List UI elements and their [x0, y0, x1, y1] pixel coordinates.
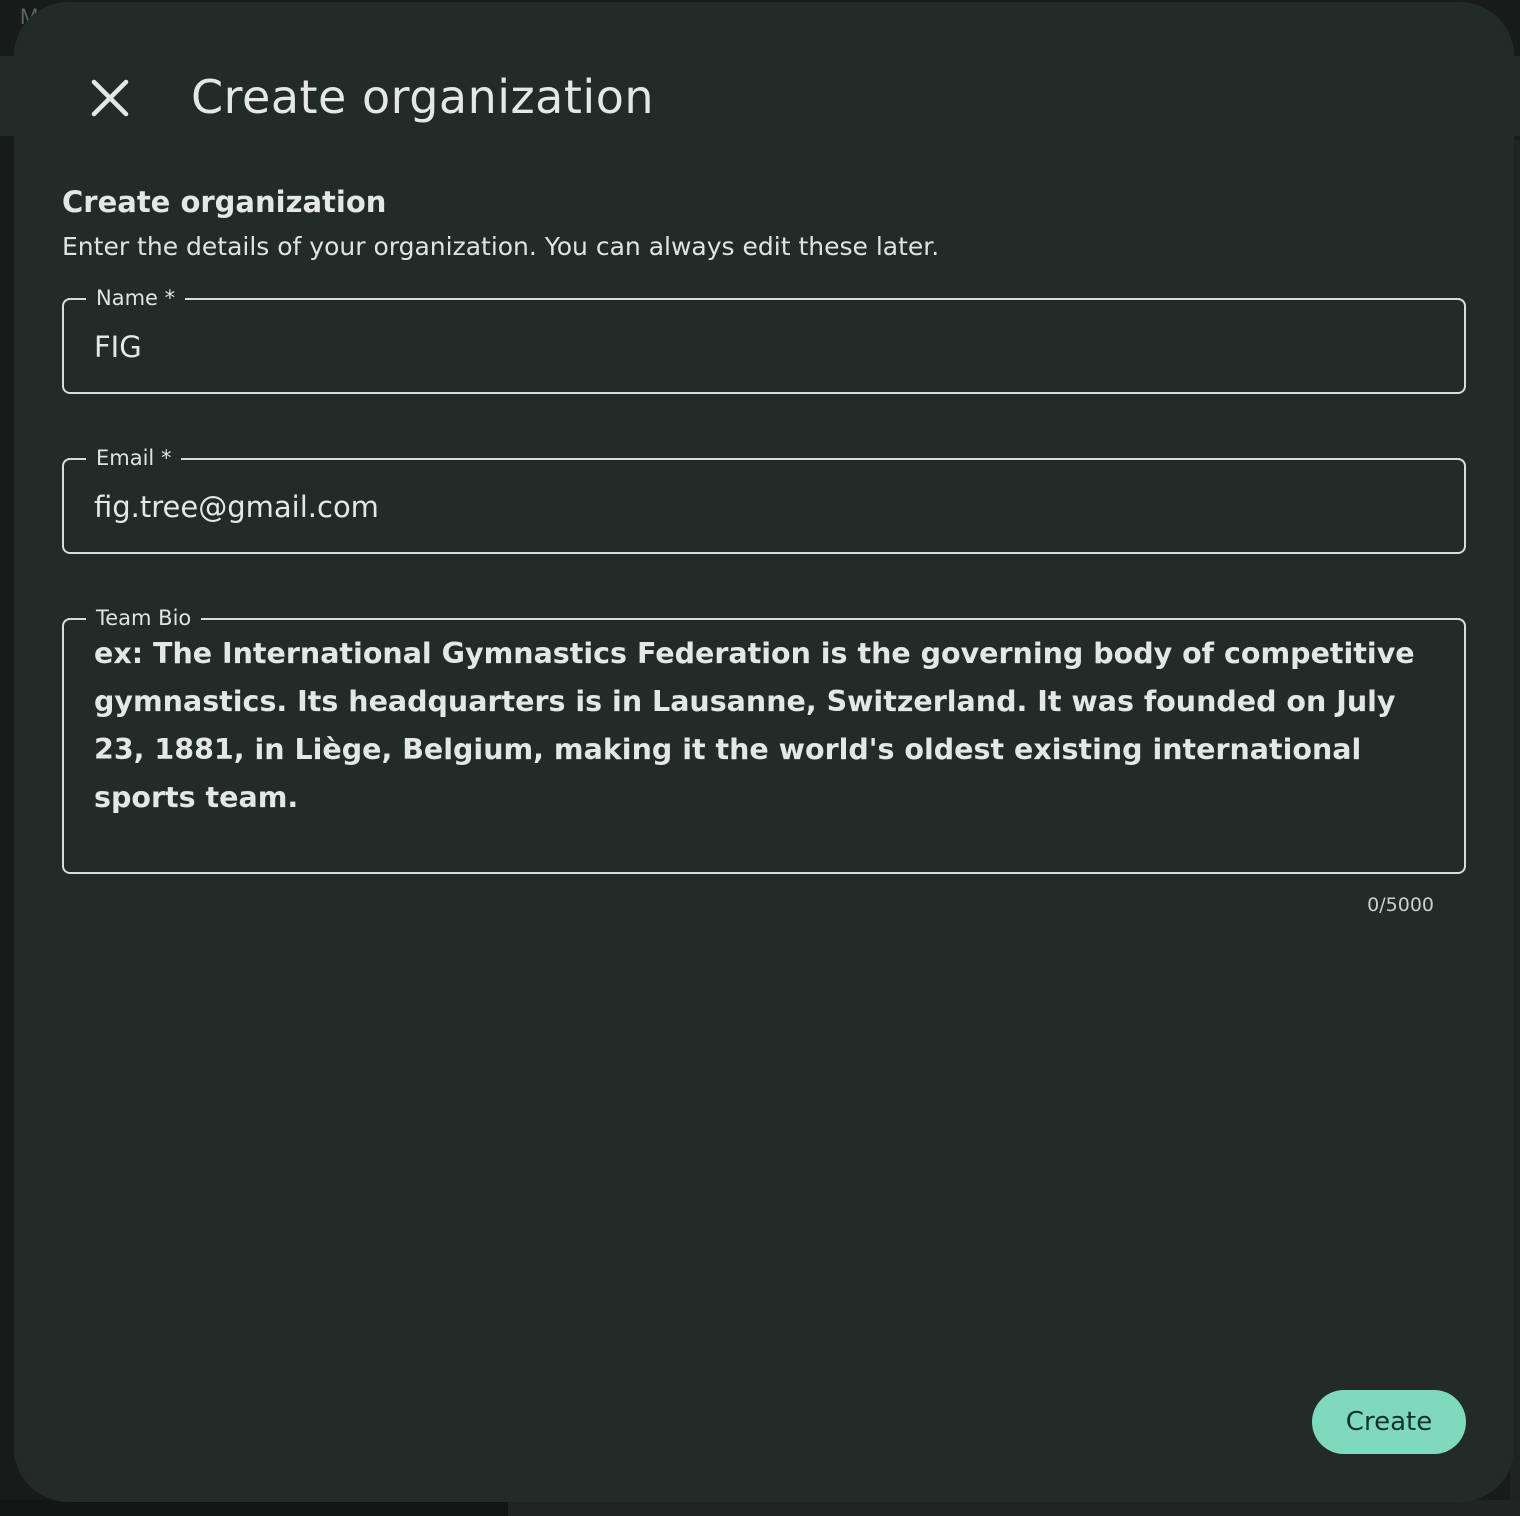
create-organization-dialog: Create organization Create organization … — [14, 2, 1514, 1502]
create-button[interactable]: Create — [1312, 1390, 1466, 1454]
name-input[interactable]: FIG — [94, 330, 1434, 364]
section-title: Create organization — [62, 185, 387, 219]
name-label: Name * — [86, 283, 186, 313]
email-label: Email * — [86, 443, 182, 473]
team-bio-label: Team Bio — [86, 603, 202, 633]
dialog-title: Create organization — [191, 70, 654, 124]
close-icon — [91, 79, 129, 117]
name-field[interactable]: Name * FIG — [62, 283, 1466, 394]
section-subtitle: Enter the details of your organization. … — [62, 232, 940, 261]
team-bio-textarea[interactable]: ex: The International Gymnastics Federat… — [94, 630, 1438, 822]
close-button[interactable] — [80, 68, 140, 128]
bio-character-counter: 0/5000 — [1367, 894, 1434, 916]
email-input[interactable]: fig.tree@gmail.com — [94, 490, 1434, 524]
background-bottom-right — [508, 1500, 1520, 1516]
team-bio-field[interactable]: Team Bio ex: The International Gymnastic… — [62, 603, 1466, 874]
email-field[interactable]: Email * fig.tree@gmail.com — [62, 443, 1466, 554]
